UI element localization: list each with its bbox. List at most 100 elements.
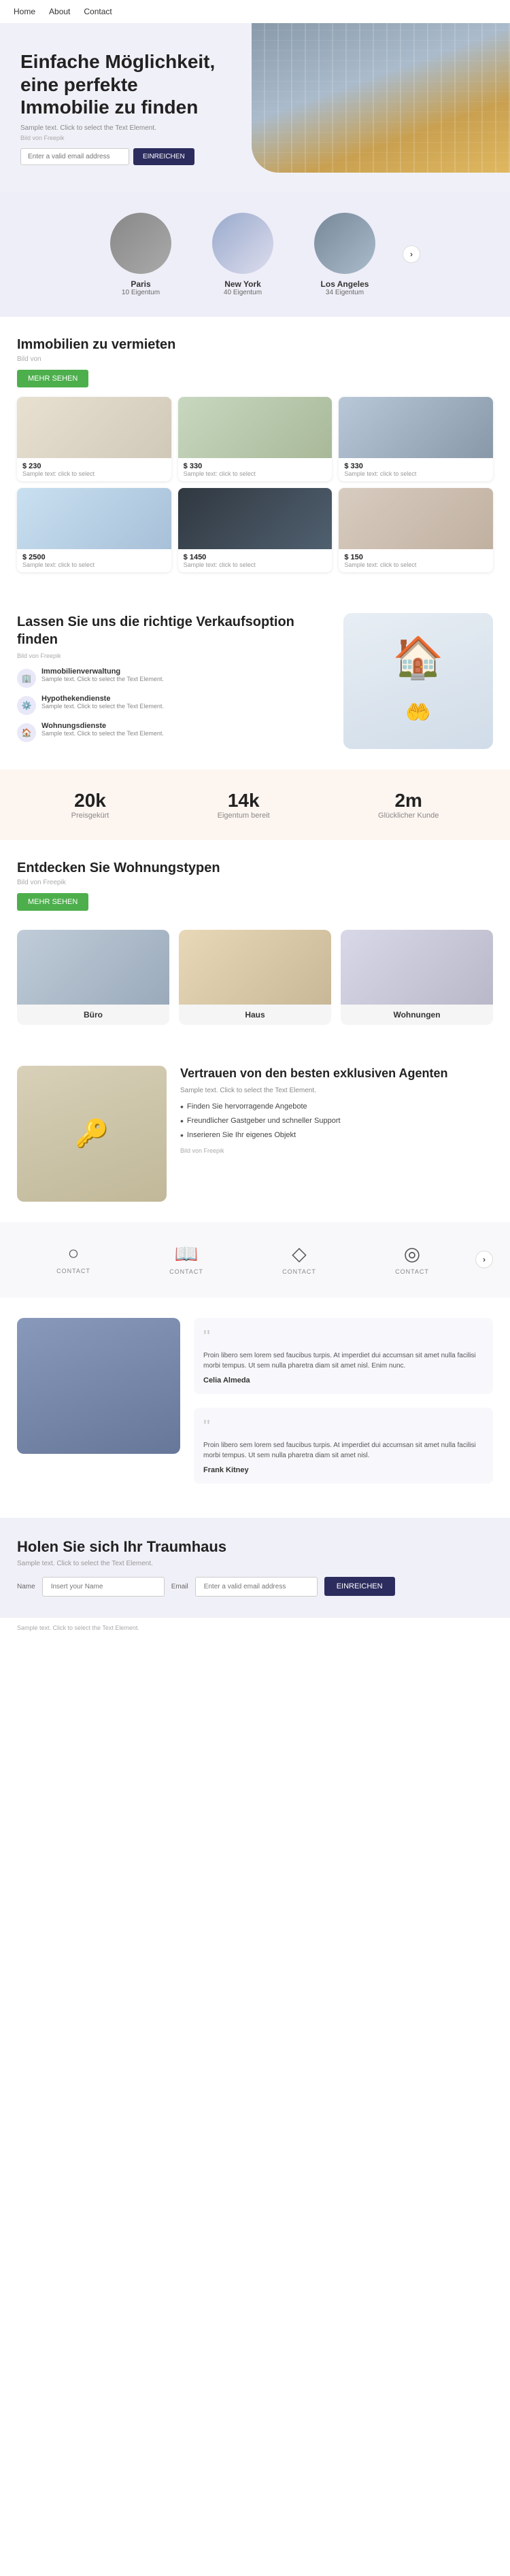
- trust-sample-text: Sample text. Click to select the Text El…: [180, 1087, 493, 1094]
- cta-email-input[interactable]: [195, 1577, 318, 1597]
- hero-email-input[interactable]: [20, 148, 129, 165]
- trust-title: Vertrauen von den besten exklusiven Agen…: [180, 1066, 493, 1081]
- sell-title: Lassen Sie uns die richtige Verkaufsopti…: [17, 613, 330, 648]
- property-card-4[interactable]: $ 2500 Sample text: click to select: [17, 488, 171, 572]
- city-paris-name: Paris: [110, 279, 171, 289]
- hero-text-block: Einfache Möglichkeit, eine perfekte Immo…: [20, 50, 490, 165]
- testimonial-1-text: Proin libero sem lorem sed faucibus turp…: [203, 1351, 483, 1371]
- property-card-6[interactable]: $ 150 Sample text: click to select: [339, 488, 493, 572]
- sell-section: Lassen Sie uns die richtige Verkaufsopti…: [0, 593, 510, 769]
- sell-feature-3-title: Wohnungsdienste: [41, 722, 164, 730]
- sell-feature-1: 🏢 Immobilienverwaltung Sample text. Clic…: [17, 667, 330, 688]
- logo-4-icon: ◎: [362, 1242, 462, 1265]
- sell-feature-2-text: Hypothekendienste Sample text. Click to …: [41, 695, 164, 710]
- cities-section: Paris 10 Eigentum New York 40 Eigentum L…: [0, 192, 510, 317]
- hero-submit-button[interactable]: EINREICHEN: [133, 148, 194, 165]
- stat-1: 20k Preisgekürt: [71, 790, 109, 820]
- sell-icon-1: 🏢: [17, 669, 36, 688]
- property-info-4: $ 2500 Sample text: click to select: [17, 549, 171, 572]
- testimonials-image-block: [17, 1318, 180, 1497]
- sell-feature-3: 🏠 Wohnungsdienste Sample text. Click to …: [17, 722, 330, 742]
- cta-email-label: Email: [171, 1583, 188, 1590]
- testimonial-1: " Proin libero sem lorem sed faucibus tu…: [194, 1318, 493, 1394]
- logo-3-icon: ◇: [250, 1242, 349, 1265]
- property-info-3: $ 330 Sample text: click to select: [339, 458, 493, 481]
- testimonials-image: [17, 1318, 180, 1454]
- stat-3-label: Glücklicher Kunde: [378, 812, 439, 820]
- type-haus-label: Haus: [179, 1005, 331, 1025]
- logos-section: ○ CONTACT 📖 CONTACT ◇ CONTACT ◎ CONTACT …: [0, 1222, 510, 1298]
- types-more-button[interactable]: MEHR SEHEN: [17, 893, 88, 911]
- trust-right: Vertrauen von den besten exklusiven Agen…: [180, 1066, 493, 1154]
- trust-image: 🔑: [17, 1066, 167, 1202]
- city-paris[interactable]: Paris 10 Eigentum: [90, 206, 192, 303]
- property-card-3[interactable]: $ 330 Sample text: click to select: [339, 397, 493, 481]
- logos-next-arrow[interactable]: ›: [475, 1251, 493, 1268]
- type-bureau[interactable]: Büro: [17, 930, 169, 1025]
- property-price-3: $ 330: [344, 462, 488, 470]
- type-wohnung[interactable]: Wohnungen: [341, 930, 493, 1025]
- property-card-5[interactable]: $ 1450 Sample text: click to select: [178, 488, 333, 572]
- logo-4[interactable]: ◎ CONTACT: [356, 1236, 469, 1284]
- property-image-3: [339, 397, 493, 458]
- trust-bullet-3: Inserieren Sie Ihr eigenes Objekt: [180, 1130, 493, 1141]
- property-card-2[interactable]: $ 330 Sample text: click to select: [178, 397, 333, 481]
- logo-2-text: CONTACT: [169, 1268, 203, 1275]
- hero-bild-credit: Bild von Freepik: [20, 135, 490, 141]
- nav-home[interactable]: Home: [14, 7, 35, 16]
- type-haus-image: [179, 930, 331, 1005]
- cta-name-input[interactable]: [42, 1577, 165, 1597]
- type-wohnung-label: Wohnungen: [341, 1005, 493, 1025]
- property-price-2: $ 330: [184, 462, 327, 470]
- testimonial-2-name: Frank Kitney: [203, 1466, 483, 1474]
- sell-icon-2: ⚙️: [17, 696, 36, 715]
- type-bureau-label: Büro: [17, 1005, 169, 1025]
- nav-contact[interactable]: Contact: [84, 7, 112, 16]
- property-image-6: [339, 488, 493, 549]
- nav-about[interactable]: About: [49, 7, 70, 16]
- logo-3[interactable]: ◇ CONTACT: [243, 1236, 356, 1284]
- city-newyork-count: 40 Eigentum: [212, 289, 273, 296]
- sell-feature-1-text: Immobilienverwaltung Sample text. Click …: [41, 667, 164, 682]
- logo-3-text: CONTACT: [282, 1268, 316, 1275]
- property-price-4: $ 2500: [22, 553, 166, 561]
- testimonials-section: " Proin libero sem lorem sed faucibus tu…: [0, 1298, 510, 1518]
- logo-2[interactable]: 📖 CONTACT: [130, 1236, 243, 1284]
- logo-1[interactable]: ○ CONTACT: [17, 1236, 130, 1283]
- property-sample-4: Sample text: click to select: [22, 561, 166, 568]
- cta-title: Holen Sie sich Ihr Traumhaus: [17, 1538, 493, 1556]
- trust-bild: Bild von Freepik: [180, 1147, 493, 1154]
- property-info-2: $ 330 Sample text: click to select: [178, 458, 333, 481]
- sell-bild: Bild von Freepik: [17, 652, 330, 659]
- cities-next-arrow[interactable]: ›: [403, 245, 420, 263]
- stat-2: 14k Eigentum bereit: [218, 790, 270, 820]
- testimonial-1-name: Celia Almeda: [203, 1376, 483, 1385]
- types-section: Entdecken Sie Wohnungstypen Bild von Fre…: [0, 840, 510, 1045]
- property-card-1[interactable]: $ 230 Sample text: click to select: [17, 397, 171, 481]
- property-sample-6: Sample text: click to select: [344, 561, 488, 568]
- property-sample-2: Sample text: click to select: [184, 470, 327, 477]
- rentals-more-button[interactable]: MEHR SEHEN: [17, 370, 88, 387]
- navbar: Home About Contact: [0, 0, 510, 23]
- trust-bullet-2: Freundlicher Gastgeber und schneller Sup…: [180, 1115, 493, 1126]
- property-info-1: $ 230 Sample text: click to select: [17, 458, 171, 481]
- stat-3-number: 2m: [378, 790, 439, 812]
- trust-left: 🔑: [17, 1066, 167, 1202]
- cta-submit-button[interactable]: EINREICHEN: [324, 1577, 395, 1596]
- type-haus[interactable]: Haus: [179, 930, 331, 1025]
- types-bild: Bild von Freepik: [17, 879, 493, 886]
- sell-feature-1-title: Immobilienverwaltung: [41, 667, 164, 676]
- city-newyork-image: [212, 213, 273, 274]
- property-sample-5: Sample text: click to select: [184, 561, 327, 568]
- city-paris-image: [110, 213, 171, 274]
- sell-icon-3: 🏠: [17, 723, 36, 742]
- city-newyork[interactable]: New York 40 Eigentum: [192, 206, 294, 303]
- hero-email-row: EINREICHEN: [20, 148, 490, 165]
- cities-row: Paris 10 Eigentum New York 40 Eigentum L…: [14, 206, 496, 303]
- city-la[interactable]: Los Angeles 34 Eigentum: [294, 206, 396, 303]
- sell-feature-2-body: Sample text. Click to select the Text El…: [41, 703, 164, 710]
- stat-2-number: 14k: [218, 790, 270, 812]
- logo-1-icon: ○: [24, 1242, 123, 1264]
- property-image-5: [178, 488, 333, 549]
- sell-left: Lassen Sie uns die richtige Verkaufsopti…: [17, 613, 330, 749]
